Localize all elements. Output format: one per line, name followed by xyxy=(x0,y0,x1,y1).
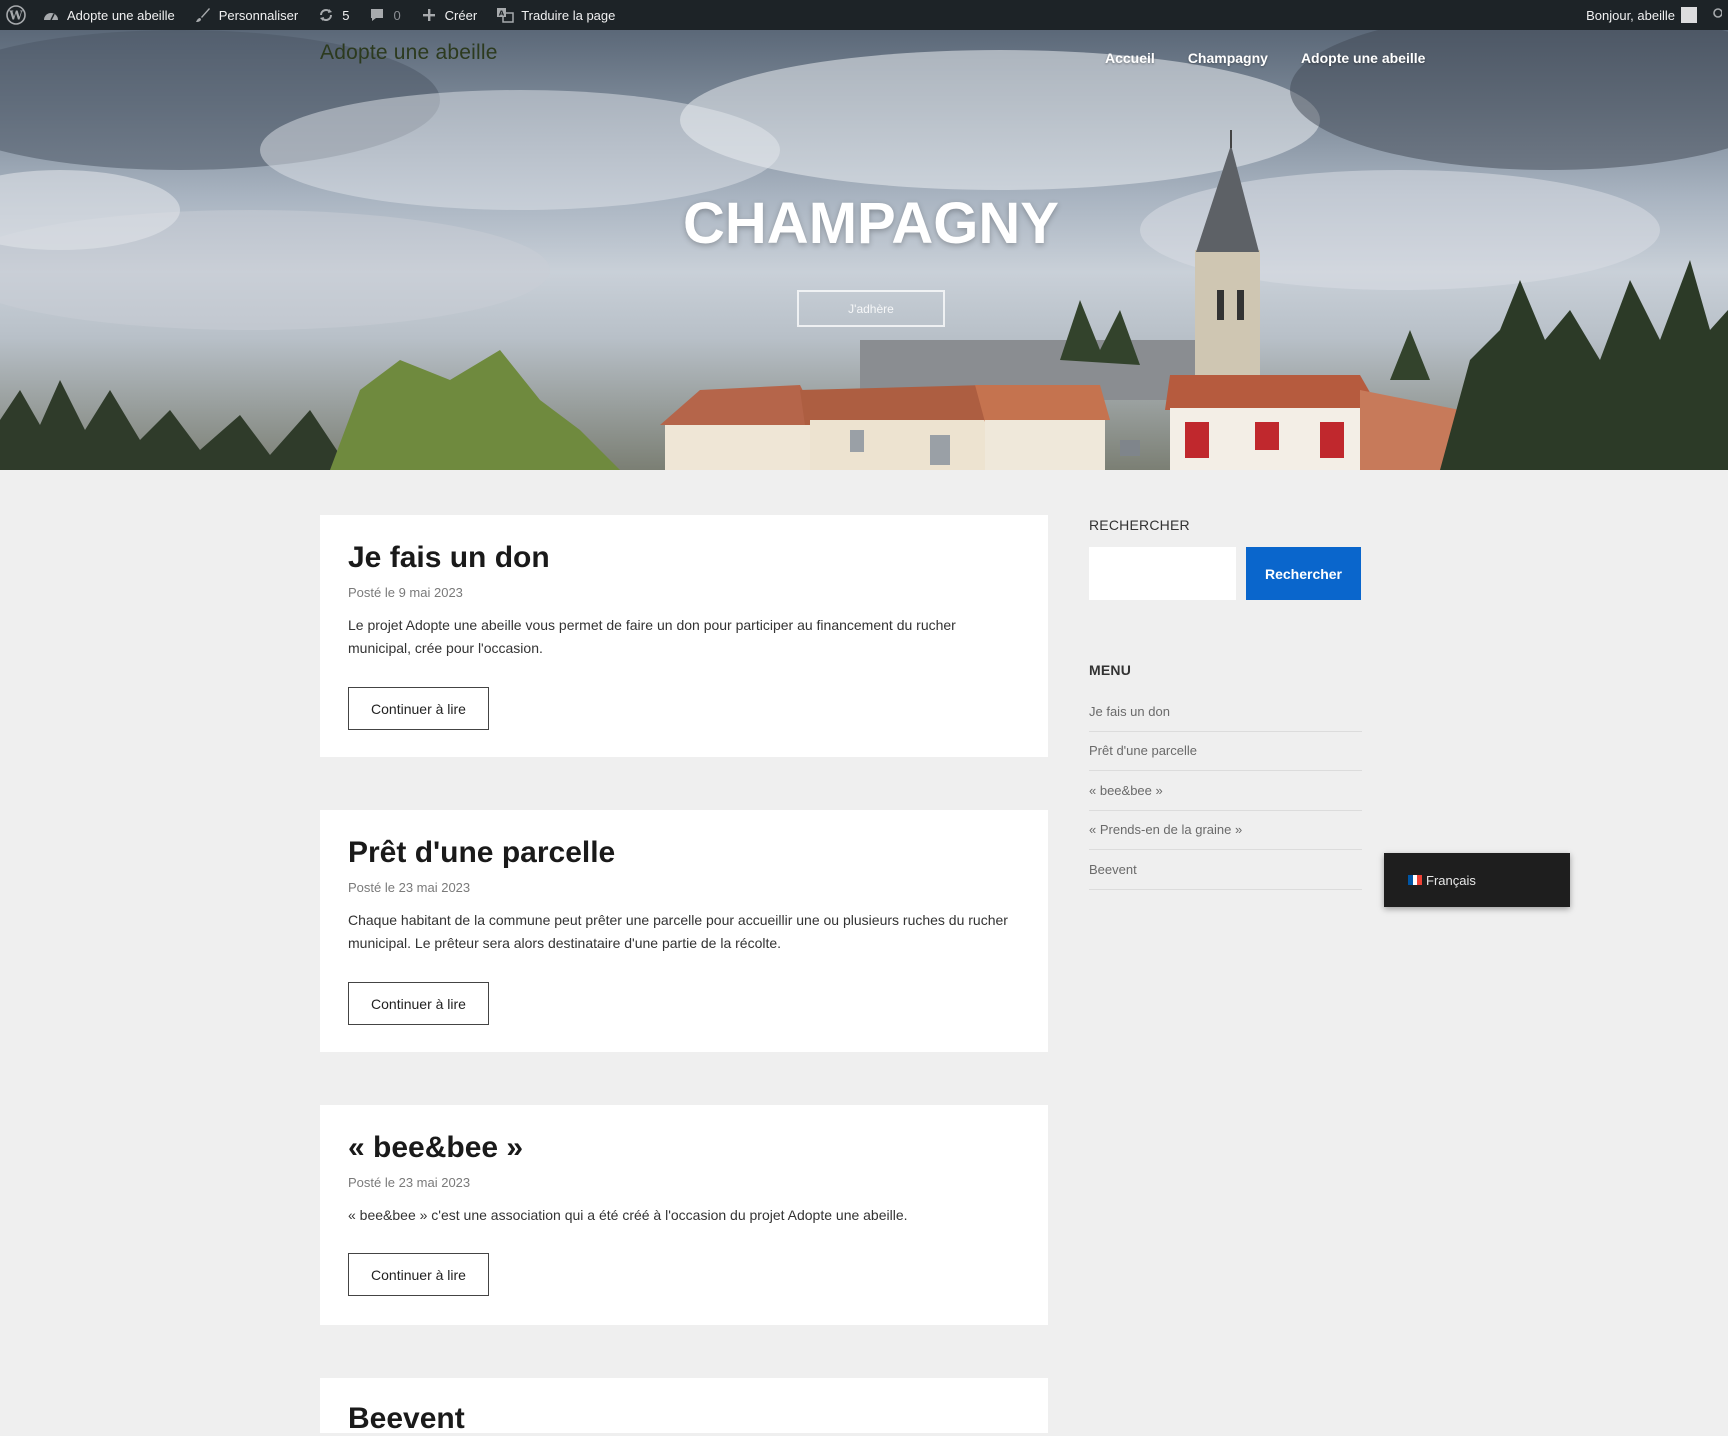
search-widget-title: RECHERCHER xyxy=(1089,517,1190,533)
sidebar-item-je-fais-un-don[interactable]: Je fais un don xyxy=(1089,692,1362,732)
translate-icon: A xyxy=(495,5,515,25)
post-date: Posté le 23 mai 2023 xyxy=(348,880,471,895)
nav-item-champagny[interactable]: Champagny xyxy=(1188,50,1268,66)
admin-account-link[interactable]: Bonjour, abeille xyxy=(1577,0,1706,30)
admin-translate-label: Traduire la page xyxy=(521,7,616,23)
post-excerpt: Chaque habitant de la commune peut prête… xyxy=(348,912,1008,951)
nav-item-adopte-une-abeille[interactable]: Adopte une abeille xyxy=(1301,50,1425,66)
post-title[interactable]: « bee&bee » xyxy=(348,1131,523,1165)
search-icon xyxy=(1710,7,1723,24)
admin-updates-link[interactable]: 5 xyxy=(307,0,358,30)
post-title[interactable]: Je fais un don xyxy=(348,541,550,575)
language-switcher[interactable]: Français xyxy=(1384,853,1570,907)
admin-translate-link[interactable]: A Traduire la page xyxy=(486,0,624,30)
plus-icon xyxy=(419,5,439,25)
svg-text:W: W xyxy=(8,9,23,23)
french-flag-icon xyxy=(1408,875,1423,885)
continue-reading-button[interactable]: Continuer à lire xyxy=(348,1253,489,1296)
dashboard-icon xyxy=(41,5,61,25)
sidebar-item-pret-d-une-parcelle[interactable]: Prêt d'une parcelle xyxy=(1089,732,1362,771)
menu-widget-title: MENU xyxy=(1089,662,1132,678)
post-card: Prêt d'une parcelle Posté le 23 mai 2023… xyxy=(320,810,1048,1052)
svg-text:A: A xyxy=(499,10,505,18)
main-navigation: Accueil Champagny Adopte une abeille xyxy=(1105,50,1458,66)
post-excerpt: Le projet Adopte une abeille vous permet… xyxy=(348,617,956,656)
admin-search-toggle[interactable] xyxy=(1706,0,1728,30)
post-title[interactable]: Prêt d'une parcelle xyxy=(348,836,615,870)
admin-site-name-link[interactable]: Adopte une abeille xyxy=(32,0,184,30)
hero-banner: Adopte une abeille Accueil Champagny Ado… xyxy=(0,30,1728,470)
sidebar-item-prends-en-de-la-graine[interactable]: « Prends-en de la graine » xyxy=(1089,811,1362,850)
continue-reading-button[interactable]: Continuer à lire xyxy=(348,687,489,730)
admin-customize-link[interactable]: Personnaliser xyxy=(184,0,308,30)
hero-title: CHAMPAGNY xyxy=(683,191,1059,256)
admin-create-label: Créer xyxy=(444,7,478,23)
wordpress-icon: W xyxy=(6,5,26,25)
admin-site-name: Adopte une abeille xyxy=(67,7,175,23)
language-label: Français xyxy=(1426,872,1476,888)
admin-comments-count: 0 xyxy=(393,7,401,23)
search-button[interactable]: Rechercher xyxy=(1246,547,1361,600)
admin-bar: W Adopte une abeille Personnaliser 5 0 C… xyxy=(0,0,1728,30)
admin-greeting: Bonjour, abeille xyxy=(1586,7,1675,23)
join-button[interactable]: J'adhère xyxy=(797,290,945,327)
post-date: Posté le 9 mai 2023 xyxy=(348,585,463,600)
continue-reading-button[interactable]: Continuer à lire xyxy=(348,982,489,1025)
post-excerpt: « bee&bee » c'est une association qui a … xyxy=(348,1207,908,1223)
brush-icon xyxy=(193,5,213,25)
site-title[interactable]: Adopte une abeille xyxy=(320,41,498,65)
admin-comments-link[interactable]: 0 xyxy=(358,0,409,30)
post-title[interactable]: Beevent xyxy=(348,1402,465,1436)
post-card: « bee&bee » Posté le 23 mai 2023 « bee&b… xyxy=(320,1105,1048,1325)
sidebar-item-bee-and-bee[interactable]: « bee&bee » xyxy=(1089,771,1362,811)
nav-item-accueil[interactable]: Accueil xyxy=(1105,50,1155,66)
updates-icon xyxy=(316,5,336,25)
admin-customize-label: Personnaliser xyxy=(218,7,299,23)
sidebar-item-beevent[interactable]: Beevent xyxy=(1089,850,1362,890)
post-card: Je fais un don Posté le 9 mai 2023 Le pr… xyxy=(320,515,1048,757)
avatar xyxy=(1681,7,1697,23)
comment-icon xyxy=(367,5,387,25)
admin-updates-count: 5 xyxy=(342,7,350,23)
admin-create-link[interactable]: Créer xyxy=(410,0,487,30)
post-date: Posté le 23 mai 2023 xyxy=(348,1175,471,1190)
sidebar-menu: Je fais un don Prêt d'une parcelle « bee… xyxy=(1089,692,1362,890)
search-input[interactable] xyxy=(1089,547,1236,600)
post-card: Beevent xyxy=(320,1378,1048,1436)
wordpress-logo-icon[interactable]: W xyxy=(0,0,32,30)
